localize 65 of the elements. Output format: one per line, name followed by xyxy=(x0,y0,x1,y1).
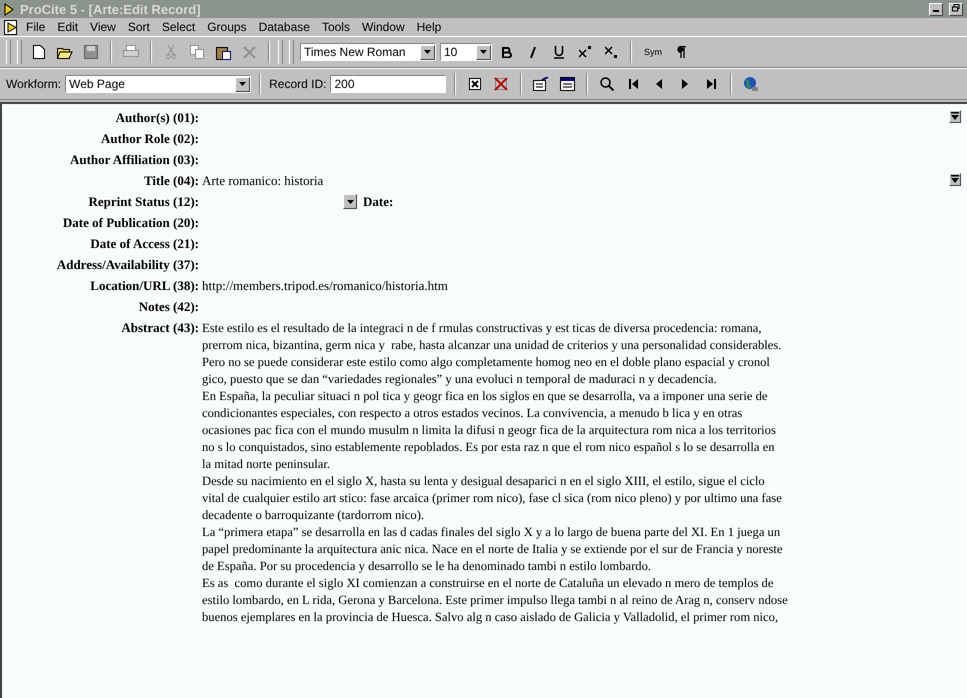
menu-item[interactable]: Tools xyxy=(316,20,356,34)
restore-button[interactable] xyxy=(949,2,963,16)
abstract-text-line: condicionantes especiales, con respecto a otros estados vecinos. La convivencia, a menudo b lica y en otras xyxy=(202,405,744,422)
field-label: Author(s) (01): xyxy=(114,110,200,126)
abstract-text-line: buenos ejemplares en la provincia de Huesca. Salvo alg n caso aislado de Galicia y Valladolid, el primer rom nico, xyxy=(202,609,780,626)
minimize-icon xyxy=(933,10,939,12)
expand-icon xyxy=(951,175,959,184)
abstract-text-line: gico, puesto que se dan “variedades regionales” y una evoluci n temporal de maduraci n y decadencia. xyxy=(202,371,718,388)
field-value[interactable]: Arte romanico: historia xyxy=(202,173,949,189)
abstract-text-line: Este estilo es el resultado de la integraci n de f rmulas constructivas y est ticas de diversa procedencia: romana, xyxy=(202,320,763,337)
symbol-button[interactable]: Sym xyxy=(640,41,666,63)
dropdown-button[interactable] xyxy=(343,194,357,209)
font-dropdown[interactable]: Times New Roman xyxy=(300,43,436,61)
document-icon[interactable] xyxy=(4,20,20,34)
caret-icon xyxy=(239,82,246,86)
caret-icon xyxy=(346,200,354,204)
menu-item[interactable]: Edit xyxy=(51,20,84,34)
caret-icon xyxy=(424,50,431,54)
expand-icon xyxy=(951,112,959,121)
abstract-text-line: de España. Por su procedencia y desarrollo se le ha denominado tambi n estilo lombardo. xyxy=(202,558,652,575)
abstract-text-line: Pero no se puede considerar este estilo como algo completamente homog neo en el doble plano espacial y cronol xyxy=(202,354,771,371)
font-size-dropdown[interactable]: 10 xyxy=(440,43,492,61)
expand-field-button[interactable] xyxy=(949,173,961,186)
field-label: Date of Access (21): xyxy=(89,236,200,252)
field-label: Date of Publication (20): xyxy=(62,215,200,231)
field-label: Notes (42): xyxy=(138,299,200,315)
abstract-text-line: papel predominante la arquitectura anic nica. Nace en el norte de Italia y se extiende por el sur de Francia y noreste xyxy=(202,541,784,558)
menu-item[interactable]: Sort xyxy=(122,20,156,34)
restore-icon xyxy=(952,4,960,12)
field-label: Author Affiliation (03): xyxy=(68,152,200,168)
record-id-field[interactable]: 200 xyxy=(330,75,446,93)
workform-dropdown[interactable]: Web Page xyxy=(65,75,252,93)
record-id-label: Record ID: xyxy=(269,77,326,91)
field-label: Reprint Status (12): xyxy=(88,194,200,210)
caret-icon xyxy=(480,50,487,54)
menu-item[interactable]: File xyxy=(20,20,52,34)
abstract-text-line: prerrom nica, bizantina, germ nica y rabe, hasta alcanzar una unidad de criterios y una personalidad considerables. xyxy=(202,337,782,354)
field-label: Title (04): xyxy=(143,173,200,189)
window-title: ProCite 5 - [Arte:Edit Record] xyxy=(20,2,202,16)
abstract-text-line: La “primera etapa” se desarrolla en las d cadas finales del siglo X y a lo largo de buena parte del XI. En 1 juega un xyxy=(202,524,782,541)
workform-label: Workform: xyxy=(6,77,62,91)
abstract-text-line: la mitad norte peninsular. xyxy=(202,456,332,473)
field-label: Address/Availability (37): xyxy=(56,257,200,273)
menu-item[interactable]: Select xyxy=(156,20,202,34)
expand-field-button[interactable] xyxy=(949,110,961,123)
menu-item[interactable]: Window xyxy=(356,20,411,34)
abstract-text-line: Es as como durante el siglo XI comienzan a construirse en el norte de Cataluña un elevado n mero de templos de xyxy=(202,575,774,592)
abstract-text-line: En España, la peculiar situaci n pol tica y geogr fica en los siglos en que se desarrolla, va a imponer una serie de xyxy=(202,388,768,405)
app-logo-icon xyxy=(4,2,14,16)
minimize-button[interactable] xyxy=(929,2,943,16)
menu-item[interactable]: Help xyxy=(410,20,448,34)
menu-item[interactable]: Database xyxy=(252,20,316,34)
abstract-text-line: Desde su nacimiento en el siglo X, hasta su lenta y desigual desaparici n en el siglo XIII, el estilo, sigue el ciclo xyxy=(202,473,766,490)
abstract-text-line: vital de cualquier estilo art stico: fase arcaica (primer rom nico), fase cl sica (rom nico pleno) y por ultimo una fase xyxy=(202,490,783,507)
field-value[interactable]: http://members.tripod.es/romanico/historia.htm xyxy=(202,278,961,294)
abstract-text-line: decadente o barroquizante (tardorrom nico). xyxy=(202,507,426,524)
field-label: Author Role (02): xyxy=(100,131,200,147)
menu-item[interactable]: Groups xyxy=(201,20,253,34)
field-label: Location/URL (38): xyxy=(89,278,200,294)
field-label: Date: xyxy=(363,194,394,210)
abstract-text-line: ocasiones pac fica con el mundo musulm n limita la difusi n geogr fica de la arquitectura rom nica a los territorios xyxy=(202,422,777,439)
menu-item[interactable]: View xyxy=(84,20,122,34)
abstract-text-line: estilo lombardo, en L rida, Gerona y Barcelona. Este primer impulso llega tambi n al reino de Arag n, conserv ndose xyxy=(202,592,788,609)
field-label: Abstract (43): xyxy=(120,320,200,336)
abstract-text-line: no s lo conquistados, sino establemente repoblados. Es por esta raz n que el rom nico español s lo se desarrolla en xyxy=(202,439,776,456)
